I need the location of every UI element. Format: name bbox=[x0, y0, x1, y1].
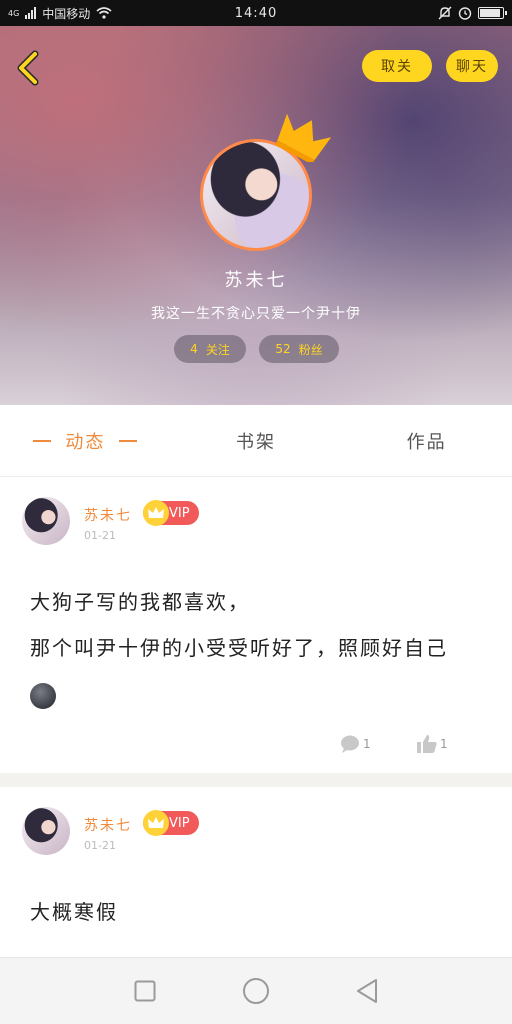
post-content: 大狗子写的我都喜欢， 那个叫尹十伊的小受受听好了，照顾好自己 bbox=[30, 579, 480, 717]
system-nav-bar bbox=[0, 957, 512, 1024]
square-icon bbox=[134, 980, 156, 1002]
following-stat[interactable]: 4 关注 bbox=[174, 335, 246, 363]
carrier-name: 中国移动 bbox=[42, 6, 91, 21]
post-content: 大概寒假 bbox=[30, 889, 118, 935]
post-line: 那个叫尹十伊的小受受听好了，照顾好自己 bbox=[30, 636, 448, 660]
back-button[interactable] bbox=[10, 48, 46, 88]
tab-works[interactable]: 作品 bbox=[341, 405, 512, 476]
unfollow-button[interactable]: 取关 bbox=[362, 50, 432, 82]
comment-icon bbox=[341, 735, 359, 753]
tab-bookshelf[interactable]: 书架 bbox=[171, 405, 342, 476]
comment-count: 1 bbox=[363, 737, 371, 751]
triangle-back-icon bbox=[356, 979, 377, 1003]
crown-icon bbox=[275, 113, 332, 162]
status-left: 4G 中国移动 bbox=[8, 5, 112, 22]
fans-label: 粉丝 bbox=[298, 342, 323, 357]
tab-indicator-left bbox=[33, 439, 52, 442]
post-line: 大狗子写的我都喜欢， bbox=[30, 590, 250, 614]
post-author[interactable]: 苏未七 bbox=[84, 815, 132, 835]
profile-header: 取关 聊天 苏未七 我这一生不贪心只爱一个尹十伊 4 关注 52 粉丝 bbox=[0, 26, 512, 405]
like-button[interactable]: 1 bbox=[417, 735, 448, 753]
status-bar: 4G 中国移动 14:40 bbox=[0, 0, 512, 26]
profile-signature: 我这一生不贪心只爱一个尹十伊 bbox=[151, 306, 361, 322]
recent-apps-button[interactable] bbox=[125, 971, 165, 1011]
signal-icon bbox=[25, 7, 37, 19]
profile-tabs: 动态 书架 作品 bbox=[0, 405, 512, 477]
post-author[interactable]: 苏未七 bbox=[84, 505, 132, 525]
alarm-icon bbox=[458, 7, 472, 20]
post-item[interactable]: 苏未七 VIP 01-21 大概寒假 bbox=[0, 787, 512, 957]
profile-nickname: 苏未七 bbox=[224, 270, 288, 291]
vip-badge: VIP bbox=[143, 810, 199, 836]
chat-button[interactable]: 聊天 bbox=[446, 50, 498, 82]
post-line-emoji bbox=[30, 671, 480, 717]
fans-stat[interactable]: 52 粉丝 bbox=[259, 335, 339, 363]
back-arrow-icon bbox=[17, 50, 39, 86]
vip-crown-icon bbox=[143, 500, 169, 526]
post-date: 01-21 bbox=[84, 529, 116, 542]
status-right bbox=[438, 6, 507, 20]
following-label: 关注 bbox=[205, 342, 230, 357]
mute-icon bbox=[438, 6, 452, 20]
new-moon-face-icon bbox=[30, 682, 56, 709]
post-line: 大概寒假 bbox=[30, 900, 118, 924]
wifi-icon bbox=[96, 7, 112, 19]
vip-badge: VIP bbox=[143, 500, 199, 526]
like-count: 1 bbox=[440, 737, 448, 751]
tab-label: 书架 bbox=[236, 431, 276, 453]
network-type: 4G bbox=[8, 8, 20, 18]
circle-icon bbox=[242, 978, 269, 1004]
tab-label: 作品 bbox=[406, 431, 447, 453]
post-separator bbox=[0, 773, 512, 787]
tab-indicator-right bbox=[119, 439, 138, 442]
tab-activity[interactable]: 动态 bbox=[0, 405, 171, 476]
tab-label: 动态 bbox=[65, 431, 106, 453]
post-date: 01-21 bbox=[84, 839, 116, 852]
avatar[interactable] bbox=[22, 497, 70, 545]
thumbs-up-icon bbox=[417, 735, 437, 753]
post-item[interactable]: 苏未七 VIP 01-21 大狗子写的我都喜欢， 那个叫尹十伊的小受受听好了，照… bbox=[0, 477, 512, 773]
vip-label: VIP bbox=[169, 815, 190, 831]
comment-button[interactable]: 1 bbox=[340, 735, 371, 753]
back-nav-button[interactable] bbox=[347, 971, 387, 1011]
home-button[interactable] bbox=[236, 971, 276, 1011]
vip-label: VIP bbox=[169, 505, 190, 521]
vip-crown-icon bbox=[143, 810, 169, 836]
battery-icon bbox=[478, 7, 507, 19]
following-count: 4 bbox=[190, 342, 198, 356]
avatar[interactable] bbox=[22, 807, 70, 855]
fans-count: 52 bbox=[275, 342, 291, 356]
